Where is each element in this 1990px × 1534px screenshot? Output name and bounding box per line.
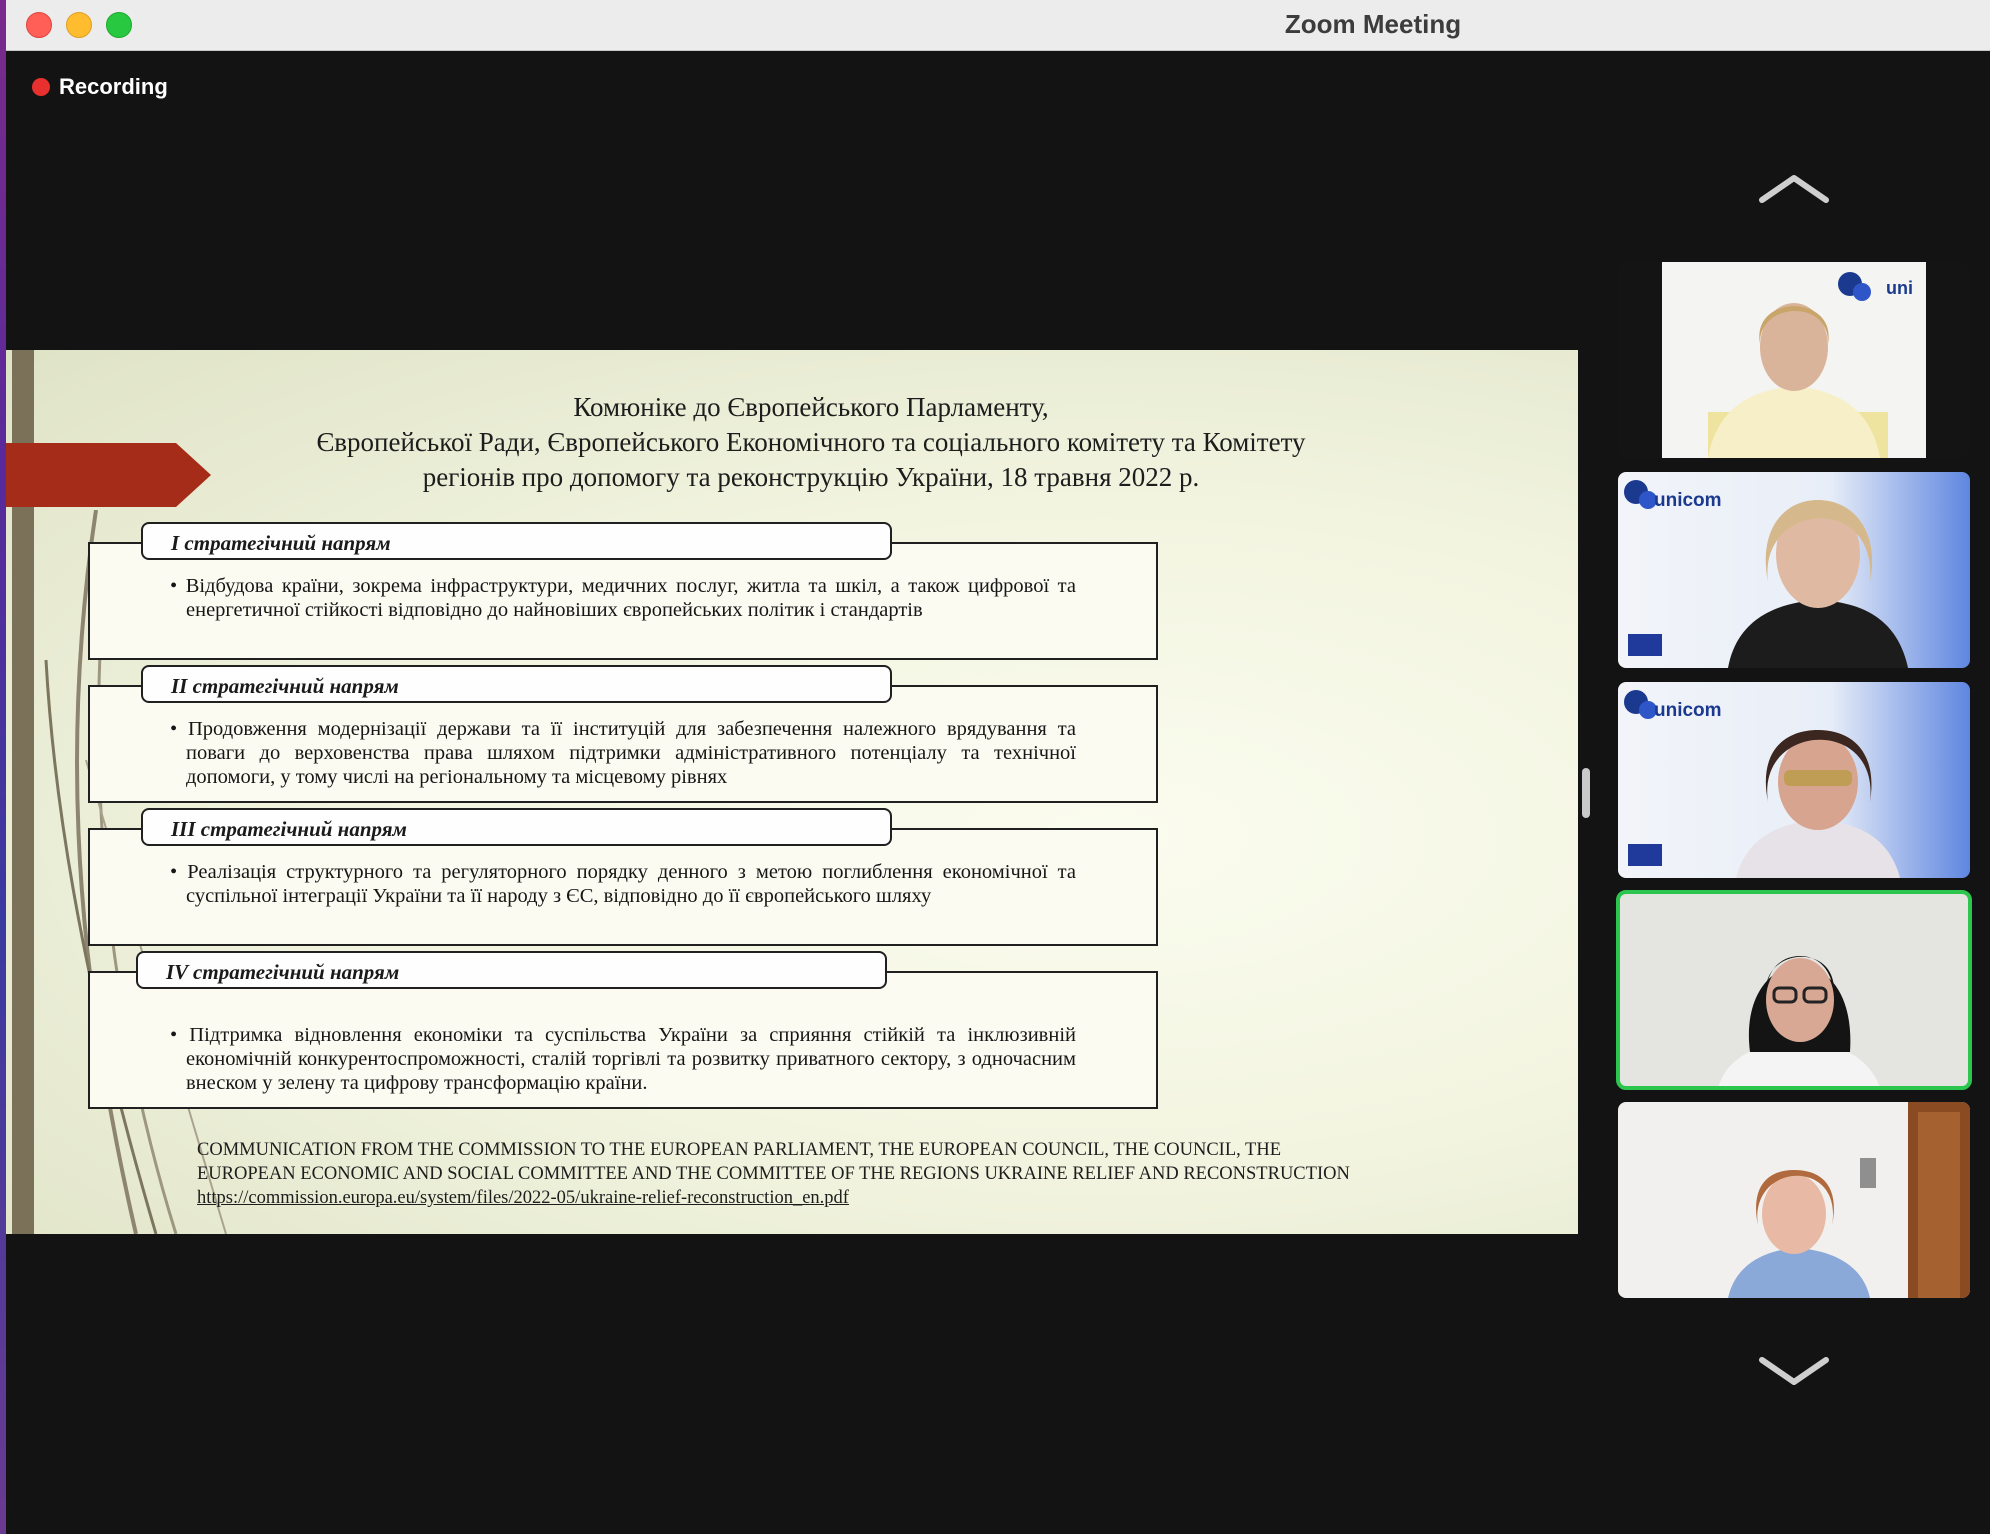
source-link[interactable]: https://commission.europa.eu/system/file… — [197, 1186, 1477, 1210]
participant-video-tile[interactable]: uni — [1618, 262, 1970, 458]
source-line-2: EUROPEAN ECONOMIC AND SOCIAL COMMITTEE A… — [197, 1164, 1350, 1184]
window-titlebar: Zoom Meeting — [6, 0, 1990, 51]
unicom-logo: unicom — [1654, 490, 1722, 511]
direction-4-heading: IV стратегічний напрям — [136, 951, 887, 989]
unicom-logo: uni — [1886, 278, 1913, 298]
recording-dot-icon — [32, 78, 50, 96]
participant-video — [1662, 262, 1926, 458]
direction-1-text: • Відбудова країни, зокрема інфраструкту… — [170, 575, 1076, 621]
shared-screen-slide: Комюніке до Європейського Парламенту, Єв… — [6, 350, 1578, 1234]
direction-2-text: • Продовження модернізації держави та її… — [170, 718, 1076, 788]
active-speaker-video-tile[interactable] — [1616, 890, 1972, 1090]
slide-title: Комюніке до Європейського Парламенту, Єв… — [236, 390, 1386, 495]
participant-video — [1618, 1102, 1970, 1298]
slide-arrow-decoration — [6, 443, 211, 507]
direction-3-text: • Реалізація структурного та регуляторно… — [170, 861, 1076, 907]
participant-video-tile[interactable]: unicom — [1618, 682, 1970, 878]
direction-4-box: • Підтримка відновлення економіки та сус… — [88, 971, 1158, 1109]
slide-source-note: COMMUNICATION FROM THE COMMISSION TO THE… — [197, 1138, 1477, 1210]
participant-video-tile[interactable] — [1618, 1102, 1970, 1298]
source-line-1: COMMUNICATION FROM THE COMMISSION TO THE… — [197, 1140, 1282, 1160]
participant-video-tile[interactable]: unicom — [1618, 472, 1970, 668]
eu-flag-icon — [1628, 844, 1662, 866]
direction-2-heading: II стратегічний напрям — [141, 665, 892, 703]
panel-resize-handle[interactable] — [1582, 768, 1590, 818]
window-title: Zoom Meeting — [1284, 9, 1462, 39]
scroll-down-chevron-icon[interactable] — [1754, 1352, 1834, 1392]
scroll-up-chevron-icon[interactable] — [1754, 168, 1834, 208]
recording-label: Recording — [59, 74, 168, 99]
slide-title-line: регіонів про допомогу та реконструкцію У… — [422, 462, 1200, 492]
direction-3-heading: III стратегічний напрям — [141, 808, 892, 846]
direction-4-text: • Підтримка відновлення економіки та сус… — [170, 1024, 1076, 1094]
direction-1-heading: I стратегічний напрям — [141, 522, 892, 560]
recording-indicator[interactable]: Recording — [32, 72, 168, 102]
slide-title-line: Європейської Ради, Європейського Економі… — [316, 427, 1306, 457]
unicom-logo: unicom — [1654, 700, 1722, 721]
eu-flag-icon — [1628, 634, 1662, 656]
participant-video — [1618, 892, 1970, 1088]
slide-title-line: Комюніке до Європейського Парламенту, — [573, 392, 1049, 422]
